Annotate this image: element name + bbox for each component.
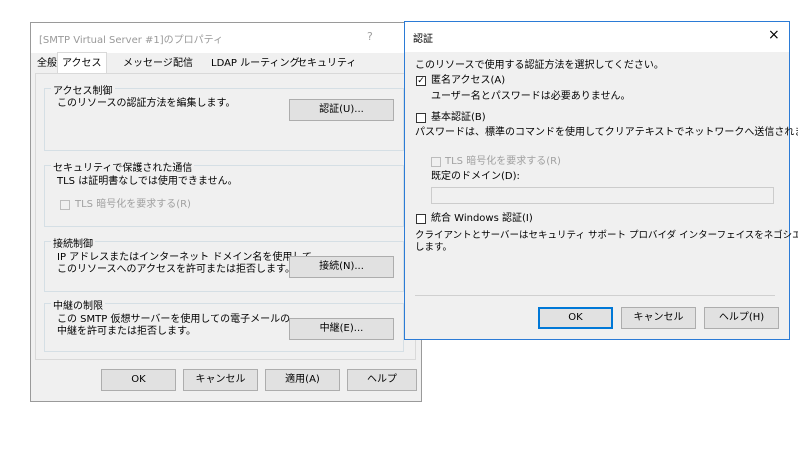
properties-titlebar: [SMTP Virtual Server #1]のプロパティ ?	[31, 23, 421, 53]
auth-cancel-button[interactable]: キャンセル	[621, 307, 696, 329]
authentication-title: 認証	[413, 34, 433, 45]
tls-required-label: TLS 暗号化を要求する(R)	[75, 199, 191, 210]
access-control-legend: アクセス制御	[51, 82, 115, 97]
tab-security[interactable]: セキュリティ	[293, 55, 360, 72]
close-icon[interactable]: ×	[768, 27, 780, 43]
properties-title: [SMTP Virtual Server #1]のプロパティ	[39, 35, 224, 46]
properties-dialog: [SMTP Virtual Server #1]のプロパティ ? 全般 アクセス…	[30, 22, 422, 402]
secure-comm-group: セキュリティで保護された通信 TLS は証明書なしでは使用できません。 TLS …	[44, 159, 404, 227]
basic-auth-checkbox[interactable]	[416, 113, 426, 123]
properties-cancel-button[interactable]: キャンセル	[183, 369, 258, 391]
relay-button[interactable]: 中継(E)...	[289, 318, 394, 340]
basic-auth-desc: パスワードは、標準のコマンドを使用してクリアテキストでネットワークへ送信されます…	[415, 127, 798, 138]
auth-intro: このリソースで使用する認証方法を選択してください。	[415, 60, 664, 71]
authentication-titlebar: 認証 ×	[405, 22, 789, 52]
basic-auth-label: 基本認証(B)	[431, 112, 486, 123]
access-control-group: アクセス制御 このリソースの認証方法を編集します。 認証(U)...	[44, 82, 404, 151]
authentication-button[interactable]: 認証(U)...	[289, 99, 394, 121]
anonymous-access-checkbox[interactable]: ✓	[416, 76, 426, 86]
auth-help-button[interactable]: ヘルプ(H)	[704, 307, 779, 329]
basic-tls-checkbox[interactable]	[431, 157, 441, 167]
tls-required-checkbox[interactable]	[60, 200, 70, 210]
basic-tls-label: TLS 暗号化を要求する(R)	[445, 156, 561, 167]
relay-restrictions-group: 中継の制限 この SMTP 仮想サーバーを使用しての電子メールの 中継を許可また…	[44, 297, 404, 352]
anonymous-access-label: 匿名アクセス(A)	[431, 75, 506, 86]
help-icon[interactable]: ?	[367, 30, 373, 43]
connection-button[interactable]: 接続(N)...	[289, 256, 394, 278]
secure-comm-legend: セキュリティで保護された通信	[51, 159, 195, 174]
separator	[415, 295, 775, 296]
authentication-dialog: 認証 × このリソースで使用する認証方法を選択してください。 ✓ 匿名アクセス(…	[404, 21, 798, 340]
tab-ldap-routing[interactable]: LDAP ルーティング	[207, 55, 304, 72]
auth-ok-button[interactable]: OK	[538, 307, 613, 329]
tab-delivery[interactable]: 配信	[169, 55, 197, 72]
relay-desc-1: この SMTP 仮想サーバーを使用しての電子メールの	[57, 314, 291, 325]
access-tab-page: アクセス制御 このリソースの認証方法を編集します。 認証(U)... セキュリテ…	[35, 73, 416, 360]
tab-access[interactable]: アクセス	[57, 52, 107, 74]
windows-auth-label: 統合 Windows 認証(I)	[431, 213, 533, 224]
relay-desc-2: 中継を許可または拒否します。	[57, 326, 196, 337]
connection-control-legend: 接続制御	[51, 235, 95, 250]
connection-control-group: 接続制御 IP アドレスまたはインターネット ドメイン名を使用して、 このリソー…	[44, 235, 404, 292]
windows-auth-desc-2: します。	[415, 242, 453, 253]
default-domain-label: 既定のドメイン(D):	[431, 171, 520, 182]
connection-desc-1: IP アドレスまたはインターネット ドメイン名を使用して、	[57, 252, 322, 263]
default-domain-input[interactable]	[431, 187, 774, 204]
relay-restrictions-legend: 中継の制限	[51, 297, 105, 312]
windows-auth-desc-1: クライアントとサーバーはセキュリティ サポート プロバイダ インターフェイスをネ…	[415, 230, 798, 241]
anonymous-access-desc: ユーザー名とパスワードは必要ありません。	[431, 91, 631, 102]
properties-help-button[interactable]: ヘルプ	[347, 369, 417, 391]
secure-comm-desc: TLS は証明書なしでは使用できません。	[57, 176, 238, 187]
connection-desc-2: このリソースへのアクセスを許可または拒否します。	[57, 264, 295, 275]
properties-ok-button[interactable]: OK	[101, 369, 176, 391]
access-control-desc: このリソースの認証方法を編集します。	[57, 98, 236, 109]
properties-apply-button[interactable]: 適用(A)	[265, 369, 340, 391]
windows-auth-checkbox[interactable]	[416, 214, 426, 224]
